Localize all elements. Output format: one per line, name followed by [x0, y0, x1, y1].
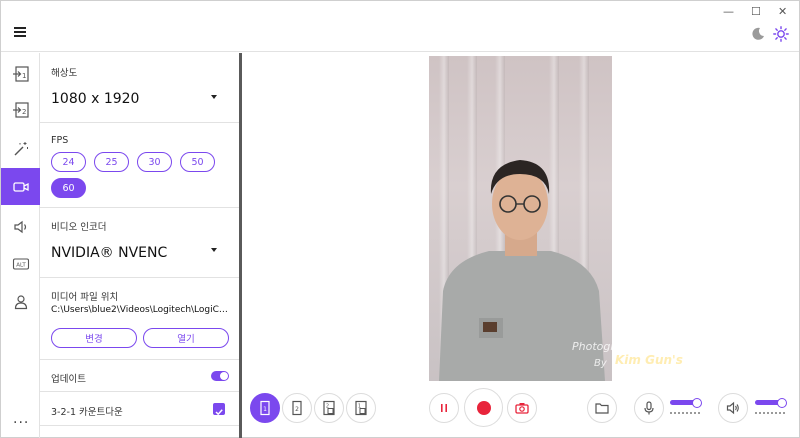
chevron-down-icon[interactable] [211, 248, 217, 252]
svg-text:2: 2 [295, 406, 299, 413]
layout-pip-2-icon: 2 [323, 400, 335, 416]
microphone-icon [644, 401, 654, 415]
resolution-select[interactable]: 1080 x 1920 [51, 91, 139, 107]
camera-snapshot-icon [515, 403, 529, 414]
svg-text:2: 2 [22, 108, 26, 116]
resolution-label: 해상도 [51, 68, 78, 79]
rail-item-audio[interactable] [1, 208, 40, 245]
speaker-volume-slider[interactable] [755, 398, 787, 408]
countdown-label: 3-2-1 카운트다운 [51, 407, 123, 418]
encoder-label: 비디오 인코더 [51, 222, 107, 233]
microphone-volume-slider[interactable] [670, 398, 702, 408]
app-window: — ☐ ✕ 1 2 ALT ... 해상도 1080 x 1920 FPS 24… [0, 0, 800, 438]
rail-item-alt[interactable]: ALT [1, 245, 40, 282]
microphone-button[interactable] [634, 393, 664, 423]
layout-1-icon: 1 [260, 400, 270, 416]
fps-option-60[interactable]: 60 [51, 178, 86, 198]
svg-text:1: 1 [358, 404, 361, 410]
panel-scrollbar[interactable] [239, 53, 242, 438]
speaker-button[interactable] [718, 393, 748, 423]
effects-wand-icon [14, 141, 28, 155]
pause-button[interactable] [429, 393, 459, 423]
open-button[interactable]: 열기 [143, 328, 229, 348]
input-2-icon: 2 [12, 101, 29, 118]
media-location-section: 미디어 파일 위치 C:\Users\blue2\Videos\Logitech… [40, 278, 240, 360]
fps-option-30[interactable]: 30 [137, 152, 172, 172]
layout-second-button[interactable]: 2 [282, 393, 312, 423]
microphone-level-meter [670, 412, 700, 414]
fps-option-50[interactable]: 50 [180, 152, 215, 172]
layout-pip-1-button[interactable]: 1 [346, 393, 376, 423]
rail-item-camera[interactable] [1, 168, 40, 205]
media-location-label: 미디어 파일 위치 [51, 292, 119, 303]
snapshot-button[interactable] [507, 393, 537, 423]
person-figure [439, 160, 605, 381]
layout-2-icon: 2 [292, 400, 302, 416]
maximize-button[interactable]: ☐ [751, 5, 761, 18]
title-bar: — ☐ ✕ [1, 1, 799, 52]
chevron-down-icon[interactable] [211, 95, 217, 99]
encoder-select[interactable]: NVIDIA® NVENC [51, 245, 167, 261]
layout-single-button[interactable]: 1 [250, 393, 280, 423]
fps-option-24[interactable]: 24 [51, 152, 86, 172]
settings-panel: 해상도 1080 x 1920 FPS 24 25 30 50 60 비디오 인… [40, 53, 240, 438]
fps-section: FPS 24 25 30 50 60 [40, 123, 240, 208]
watermark-name: Kim Gun's [615, 353, 683, 367]
menu-icon[interactable] [14, 27, 26, 37]
input-1-icon: 1 [12, 65, 29, 82]
resolution-section: 해상도 1080 x 1920 [40, 53, 240, 123]
rail-item-account[interactable] [1, 283, 40, 320]
update-label: 업데이트 [51, 374, 86, 385]
update-section: 업데이트 [40, 360, 240, 392]
person-icon [14, 294, 27, 309]
fps-label: FPS [51, 135, 69, 146]
watermark-by: By [594, 358, 607, 369]
layout-pip-1-icon: 1 [355, 400, 367, 416]
camera-icon [12, 181, 29, 192]
layout-pip-2-button[interactable]: 2 [314, 393, 344, 423]
more-icon[interactable]: ... [13, 411, 29, 427]
speaker-icon [13, 220, 26, 233]
countdown-section: 3-2-1 카운트다운 [40, 392, 240, 426]
alt-icon: ALT [12, 257, 29, 270]
record-button[interactable] [464, 388, 503, 427]
pause-icon [441, 404, 447, 412]
svg-text:1: 1 [263, 406, 267, 413]
rail-item-input-2[interactable]: 2 [1, 91, 40, 128]
camera-preview [429, 56, 612, 381]
close-button[interactable]: ✕ [778, 5, 787, 18]
change-button[interactable]: 변경 [51, 328, 137, 348]
open-folder-button[interactable] [587, 393, 617, 423]
svg-text:ALT: ALT [16, 262, 26, 268]
watermark-photographer: Photographer [572, 340, 647, 353]
rail-item-effects[interactable] [1, 130, 40, 167]
speaker-volume-icon [726, 401, 739, 415]
rail-item-input-1[interactable]: 1 [1, 55, 40, 92]
moon-icon[interactable] [751, 27, 765, 41]
media-path: C:\Users\blue2\Videos\Logitech\LogiCaptu… [51, 305, 231, 315]
countdown-checkbox[interactable] [213, 403, 225, 416]
check-icon [215, 409, 223, 416]
sun-icon[interactable] [773, 26, 789, 42]
folder-icon [595, 403, 609, 414]
encoder-section: 비디오 인코더 NVIDIA® NVENC [40, 208, 240, 278]
update-toggle[interactable] [211, 371, 229, 381]
svg-text:1: 1 [22, 72, 26, 80]
fps-option-25[interactable]: 25 [94, 152, 129, 172]
minimize-button[interactable]: — [723, 5, 734, 18]
side-rail: 1 2 ALT ... [1, 53, 40, 438]
svg-text:2: 2 [326, 404, 329, 410]
speaker-level-meter [755, 412, 785, 414]
